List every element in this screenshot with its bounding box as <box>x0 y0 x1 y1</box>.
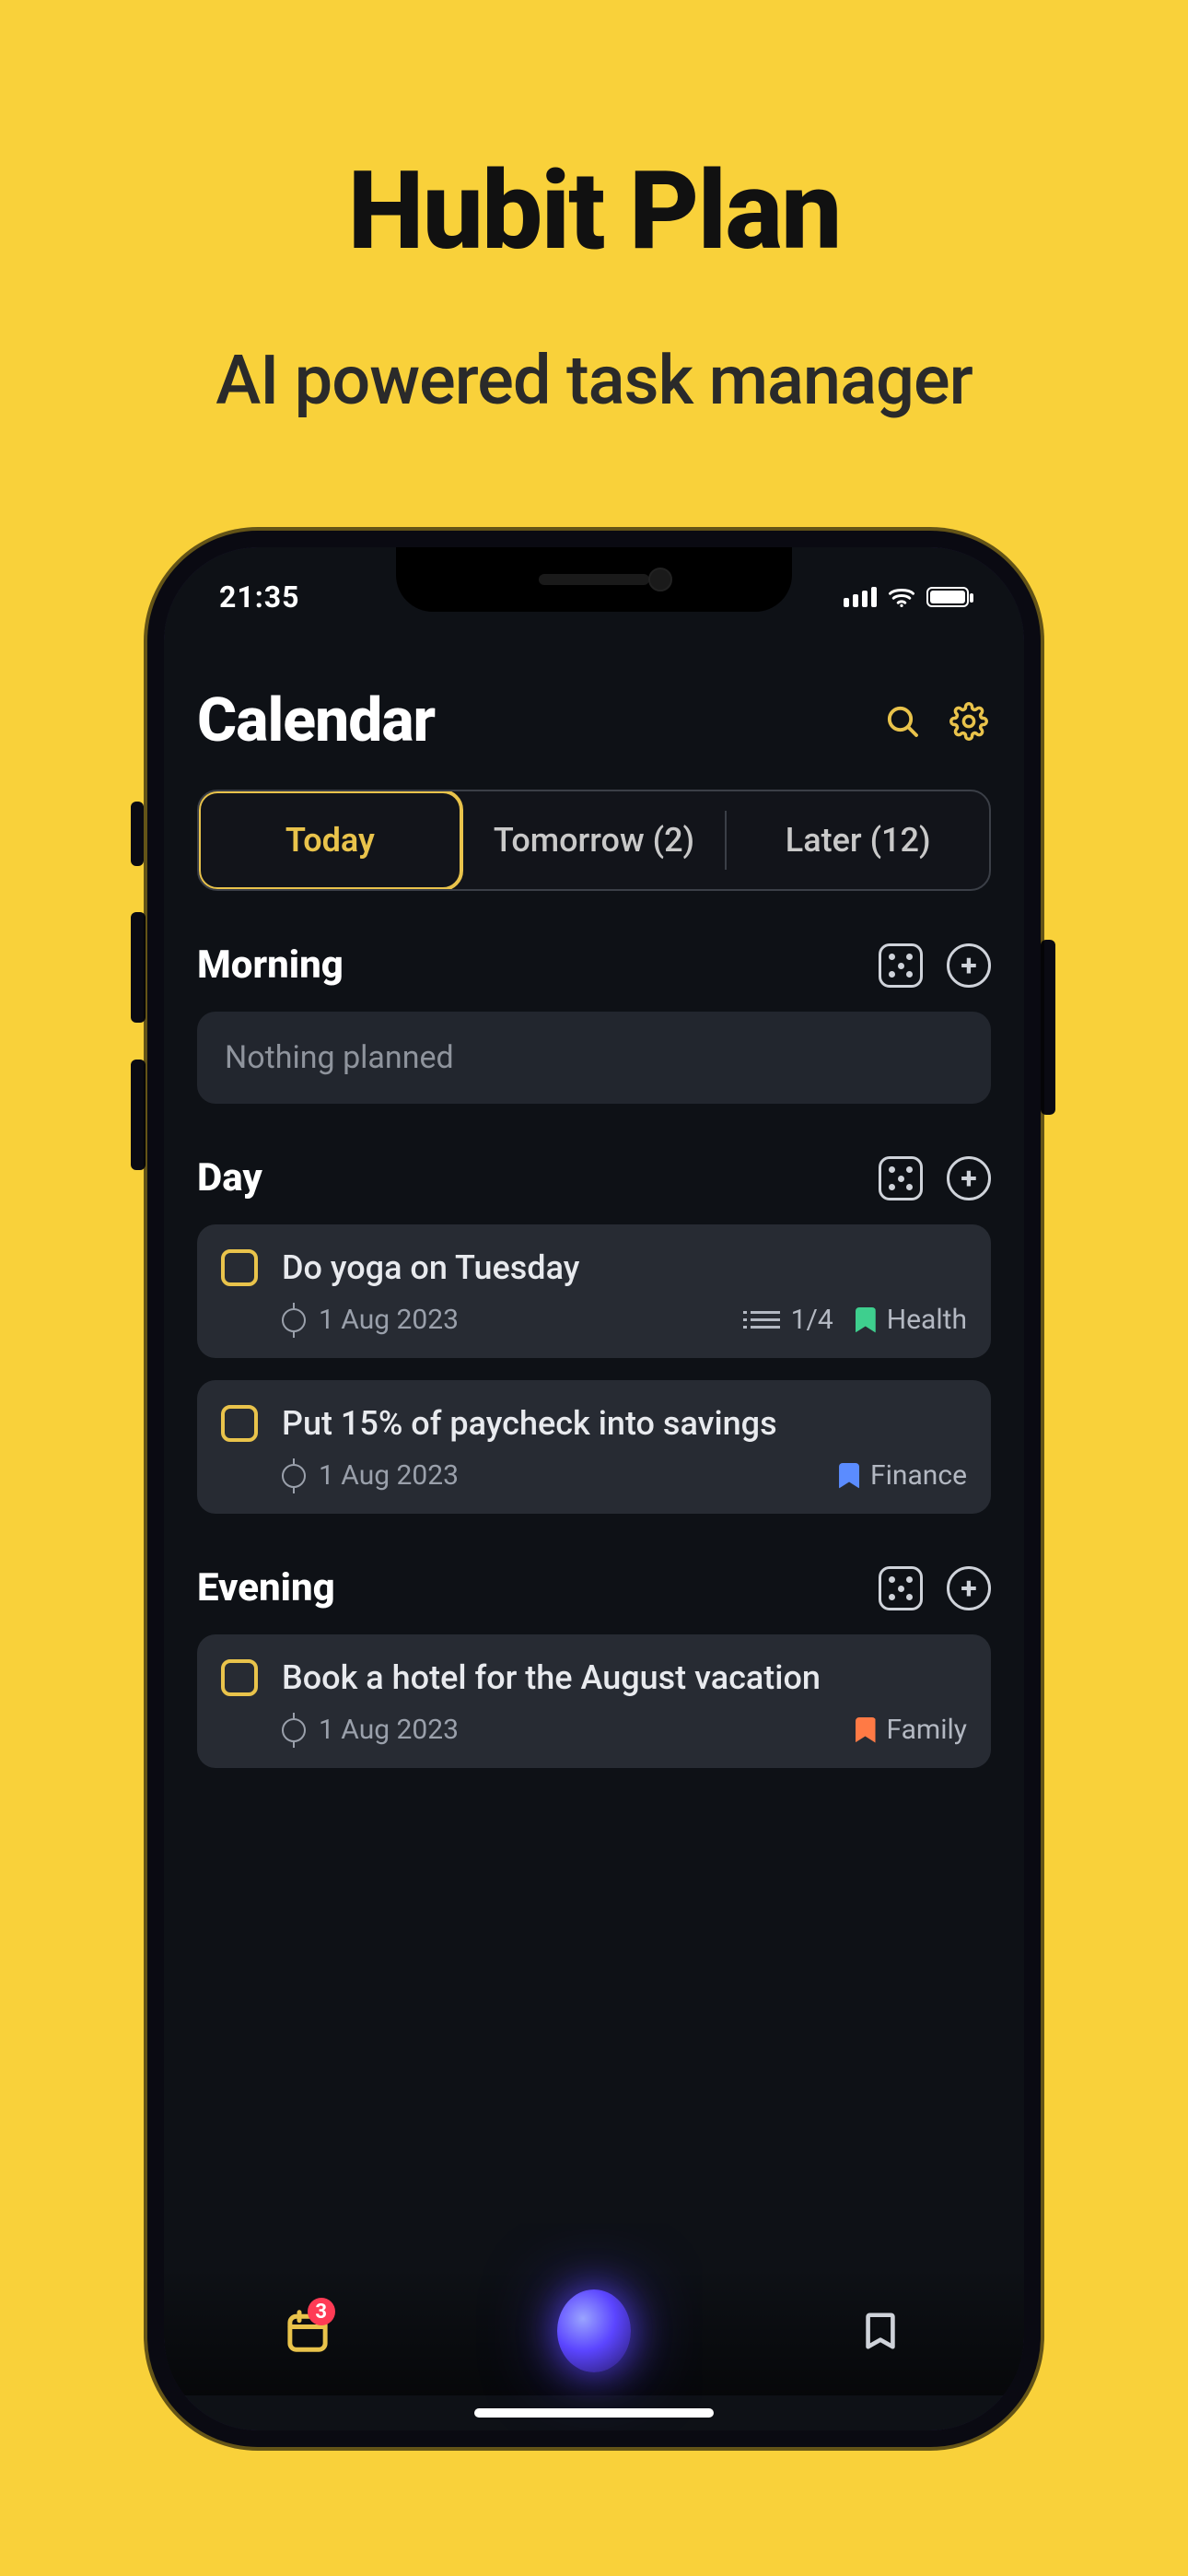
tab-calendar[interactable]: 3 <box>271 2294 344 2368</box>
task-title: Do yoga on Tuesday <box>282 1248 579 1287</box>
section-morning: Morning + Nothing planned <box>197 943 991 1104</box>
section-title: Day <box>197 1155 262 1200</box>
task-date: 1 Aug 2023 <box>319 1459 459 1492</box>
sun-icon <box>282 1308 306 1332</box>
bookmark-outline-icon <box>859 2306 902 2356</box>
bookmark-icon <box>856 1307 876 1333</box>
task-checkbox[interactable] <box>221 1659 258 1696</box>
battery-icon <box>926 587 969 607</box>
promo-title: Hubit Plan <box>0 147 1188 275</box>
tab-badge: 3 <box>308 2298 335 2325</box>
section-title: Evening <box>197 1565 335 1610</box>
sun-icon <box>282 1464 306 1488</box>
cellular-icon <box>844 587 877 607</box>
tab-later[interactable]: Later (12) <box>727 791 989 889</box>
dice-icon <box>881 1159 920 1198</box>
orb-icon <box>557 2289 631 2372</box>
shuffle-button[interactable] <box>879 1566 923 1610</box>
device-power-button <box>1041 940 1055 1115</box>
home-indicator[interactable] <box>474 2408 714 2418</box>
add-task-button[interactable]: + <box>947 1566 991 1610</box>
task-title: Put 15% of paycheck into savings <box>282 1404 777 1443</box>
task-date: 1 Aug 2023 <box>319 1714 459 1746</box>
settings-button[interactable] <box>947 699 991 744</box>
dice-icon <box>881 1569 920 1608</box>
status-icons <box>844 586 969 608</box>
front-camera <box>648 568 672 591</box>
empty-state: Nothing planned <box>197 1012 991 1104</box>
section-day: Day + Do yoga on <box>197 1155 991 1514</box>
task-checkbox[interactable] <box>221 1405 258 1442</box>
status-time: 21:35 <box>219 580 299 615</box>
dice-icon <box>881 946 920 985</box>
wifi-icon <box>888 586 915 608</box>
task-tag: Finance <box>870 1459 967 1492</box>
bookmark-icon <box>856 1717 876 1743</box>
task-checkbox[interactable] <box>221 1249 258 1286</box>
phone-screen: 21:35 Calendar <box>164 547 1024 2430</box>
task-title: Book a hotel for the August vacation <box>282 1658 821 1697</box>
task-tag: Health <box>887 1304 967 1336</box>
tab-bookmarks[interactable] <box>844 2294 917 2368</box>
task-progress: 1/4 <box>791 1304 833 1336</box>
gear-icon <box>949 702 988 741</box>
bookmark-icon <box>839 1463 859 1489</box>
task-card[interactable]: Book a hotel for the August vacation 1 A… <box>197 1634 991 1768</box>
sun-icon <box>282 1718 306 1742</box>
plus-icon: + <box>961 1574 976 1603</box>
section-title: Morning <box>197 943 344 988</box>
task-date: 1 Aug 2023 <box>319 1304 459 1336</box>
app-header: Calendar <box>197 685 991 756</box>
tab-today[interactable]: Today <box>199 791 461 889</box>
bottom-tab-bar: 3 <box>164 2266 1024 2395</box>
shuffle-button[interactable] <box>879 943 923 988</box>
add-task-button[interactable]: + <box>947 1156 991 1200</box>
shuffle-button[interactable] <box>879 1156 923 1200</box>
search-button[interactable] <box>880 699 925 744</box>
tab-ai-orb[interactable] <box>557 2294 631 2368</box>
phone-notch <box>396 547 792 612</box>
app-root: Calendar <box>164 649 1024 2430</box>
plus-icon: + <box>961 951 976 980</box>
device-volume-down <box>131 1060 146 1170</box>
page-title: Calendar <box>197 685 435 756</box>
promo-screenshot: Hubit Plan AI powered task manager 21:35 <box>0 0 1188 2576</box>
view-segmented-control: Today Tomorrow (2) Later (12) <box>197 790 991 891</box>
task-card[interactable]: Do yoga on Tuesday 1 Aug 2023 1/4 <box>197 1224 991 1358</box>
section-evening: Evening + Book a <box>197 1565 991 1768</box>
device-volume-up <box>131 912 146 1023</box>
add-task-button[interactable]: + <box>947 943 991 988</box>
task-card[interactable]: Put 15% of paycheck into savings 1 Aug 2… <box>197 1380 991 1514</box>
task-tag: Family <box>887 1714 968 1746</box>
search-icon <box>884 703 921 740</box>
subtasks-icon <box>751 1311 780 1329</box>
plus-icon: + <box>961 1164 976 1193</box>
device-silent-switch <box>131 802 144 866</box>
tab-tomorrow[interactable]: Tomorrow (2) <box>463 791 726 889</box>
phone-frame: 21:35 Calendar <box>147 531 1041 2447</box>
promo-subtitle: AI powered task manager <box>0 341 1188 421</box>
speaker-grille <box>539 574 649 585</box>
